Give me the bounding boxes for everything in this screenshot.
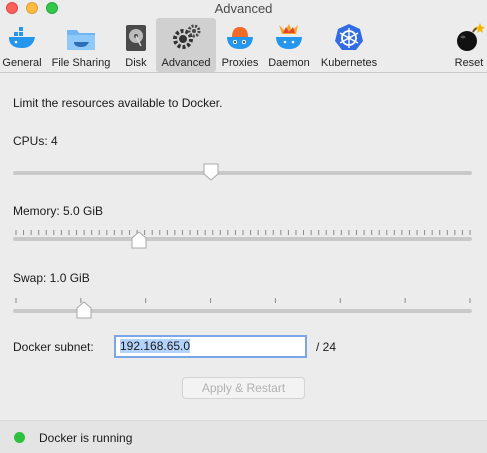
docker-subnet-input[interactable]: 192.168.65.0	[114, 335, 307, 358]
tab-reset[interactable]: Reset	[451, 18, 487, 72]
disk-icon	[126, 25, 146, 51]
swap-label: Swap: 1.0 GiB	[13, 271, 90, 285]
window-title: Advanced	[214, 1, 273, 16]
memory-slider-ticks	[15, 230, 471, 235]
intro-text: Limit the resources available to Docker.	[13, 96, 223, 110]
status-text: Docker is running	[39, 431, 133, 445]
kubernetes-icon	[335, 24, 363, 50]
tab-label: File Sharing	[51, 57, 111, 69]
cpus-label: CPUs: 4	[13, 134, 58, 148]
preferences-toolbar: General File Sharing Disk Advanced Proxi…	[0, 16, 487, 72]
memory-slider-track[interactable]	[13, 237, 472, 241]
tab-label: Daemon	[268, 57, 310, 69]
status-bar: Docker is running	[0, 420, 487, 453]
folder-whale-icon	[67, 30, 95, 50]
close-window-button[interactable]	[6, 2, 18, 14]
cpus-slider-ticks	[15, 177, 471, 182]
tab-label: Kubernetes	[320, 57, 378, 69]
cpus-slider-track[interactable]	[13, 171, 472, 175]
apply-restart-button[interactable]: Apply & Restart	[182, 377, 305, 399]
tab-daemon[interactable]: Daemon	[264, 18, 314, 72]
subnet-mask-suffix: / 24	[316, 340, 337, 354]
tab-label: General	[2, 57, 42, 69]
tab-label: Reset	[454, 57, 484, 69]
status-indicator-icon	[14, 432, 25, 443]
tab-kubernetes[interactable]: Kubernetes	[316, 18, 382, 72]
docker-subnet-value: 192.168.65.0	[120, 339, 191, 353]
whale-general-icon	[9, 27, 35, 48]
memory-slider-thumb[interactable]	[131, 231, 147, 249]
tab-advanced[interactable]: Advanced	[156, 18, 216, 72]
gears-icon	[173, 24, 201, 49]
memory-label: Memory: 5.0 GiB	[13, 204, 104, 218]
tab-disk[interactable]: Disk	[118, 18, 154, 72]
tab-general[interactable]: General	[0, 18, 44, 72]
tab-label: Advanced	[161, 57, 211, 69]
tab-file-sharing[interactable]: File Sharing	[46, 18, 116, 72]
toolbar-divider	[0, 72, 487, 73]
docker-subnet-label: Docker subnet:	[13, 340, 94, 354]
tab-proxies[interactable]: Proxies	[218, 18, 262, 72]
cpus-slider-thumb[interactable]	[203, 163, 219, 181]
bomb-icon	[457, 23, 485, 51]
title-bar: Advanced	[0, 0, 487, 16]
minimize-window-button[interactable]	[26, 2, 38, 14]
whale-proxies-icon	[227, 27, 253, 49]
tab-label: Proxies	[221, 57, 259, 69]
swap-slider-thumb[interactable]	[76, 301, 92, 319]
whale-daemon-icon	[276, 24, 302, 49]
tab-label: Disk	[125, 57, 147, 69]
zoom-window-button[interactable]	[46, 2, 58, 14]
